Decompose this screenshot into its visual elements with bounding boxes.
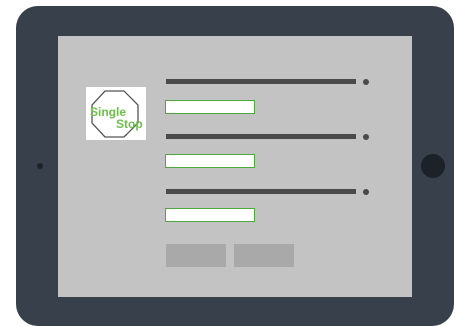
field-3-required-dot bbox=[363, 189, 369, 195]
field-3-input[interactable] bbox=[165, 208, 255, 222]
field-2-required-dot bbox=[363, 134, 369, 140]
camera-icon bbox=[37, 163, 43, 169]
single-stop-logo: Single Stop ™ bbox=[86, 87, 146, 140]
primary-button[interactable] bbox=[166, 244, 226, 267]
field-1-required-dot bbox=[363, 79, 369, 85]
home-button[interactable] bbox=[421, 154, 445, 178]
screen: Single Stop ™ bbox=[58, 36, 412, 297]
field-2-input[interactable] bbox=[165, 154, 255, 168]
field-2-label bbox=[166, 134, 356, 139]
field-1-input[interactable] bbox=[165, 100, 255, 114]
octagon-icon: Single Stop ™ bbox=[90, 90, 143, 138]
field-3-label bbox=[166, 189, 356, 194]
logo-text-stop: Stop bbox=[116, 117, 143, 131]
field-1-label bbox=[166, 79, 356, 84]
trademark-mark: ™ bbox=[124, 134, 127, 138]
secondary-button[interactable] bbox=[234, 244, 294, 267]
